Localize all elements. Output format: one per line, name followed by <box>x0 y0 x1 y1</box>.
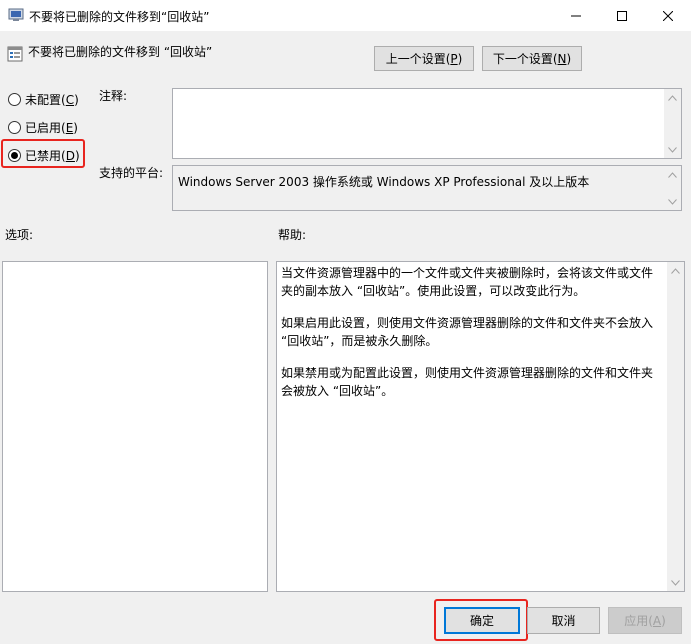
radio-label-end: ) <box>74 92 79 107</box>
chevron-down-icon <box>668 198 677 205</box>
radio-button-selected[interactable] <box>8 149 21 162</box>
help-paragraph: 如果禁用或为配置此设置，则使用文件资源管理器删除的文件和文件夹会被放入 “回收站… <box>281 366 654 398</box>
radio-selected-dot <box>11 152 18 159</box>
title-bar: 不要将已删除的文件移到“回收站” <box>0 0 691 31</box>
policy-setting-icon <box>7 46 23 62</box>
radio-disabled[interactable]: 已禁用(D) <box>8 147 80 164</box>
chevron-down-icon <box>671 579 680 586</box>
apply-label: 应用( <box>624 614 653 628</box>
scroll-down-button[interactable] <box>664 141 681 158</box>
comment-scrollbar[interactable] <box>664 89 681 158</box>
help-paragraph: 当文件资源管理器中的一个文件或文件夹被删除时，会将该文件或文件夹的副本放入 “回… <box>281 266 654 298</box>
minimize-icon <box>571 15 581 16</box>
radio-not-configured[interactable]: 未配置(C) <box>8 91 79 108</box>
cancel-button[interactable]: 取消 <box>527 607 600 634</box>
options-label: 选项: <box>5 228 34 242</box>
ok-button[interactable]: 确定 <box>444 607 520 634</box>
radio-mnemonic: D <box>65 148 75 163</box>
help-scrollbar[interactable] <box>667 262 684 591</box>
next-setting-label-end: ) <box>566 51 572 66</box>
close-icon <box>663 10 673 21</box>
radio-label: 已启用( <box>25 121 66 135</box>
comment-textarea[interactable] <box>172 88 682 159</box>
scroll-up-button[interactable] <box>664 166 681 183</box>
previous-setting-label: 上一个设置( <box>385 52 451 66</box>
previous-setting-button[interactable]: 上一个设置(P) <box>374 46 474 71</box>
comment-value <box>173 89 681 95</box>
radio-mnemonic: C <box>65 92 75 107</box>
maximize-button[interactable] <box>599 0 645 31</box>
scroll-down-button[interactable] <box>664 193 681 210</box>
help-paragraph: 如果启用此设置，则使用文件资源管理器删除的文件和文件夹不会放入 “回收站”，而是… <box>281 316 654 348</box>
next-setting-label: 下一个设置( <box>492 52 558 66</box>
supported-on-value: Windows Server 2003 操作系统或 Windows XP Pro… <box>178 175 590 189</box>
next-setting-button[interactable]: 下一个设置(N) <box>482 46 582 71</box>
radio-label: 已禁用( <box>25 149 66 163</box>
apply-label-end: ) <box>661 613 666 628</box>
next-setting-mnemonic: N <box>557 51 567 66</box>
chevron-up-icon <box>671 267 680 274</box>
scroll-down-button[interactable] <box>667 574 684 591</box>
radio-label: 未配置( <box>25 93 66 107</box>
policy-window-icon <box>8 8 24 21</box>
radio-label-end: ) <box>73 120 78 135</box>
close-button[interactable] <box>645 0 691 31</box>
chevron-up-icon <box>668 171 677 178</box>
help-label: 帮助: <box>278 228 307 242</box>
radio-button[interactable] <box>8 93 21 106</box>
chevron-up-icon <box>668 94 677 101</box>
supported-on-scrollbar[interactable] <box>664 166 681 210</box>
radio-enabled[interactable]: 已启用(E) <box>8 119 78 136</box>
radio-label-end: ) <box>74 148 80 163</box>
options-panel <box>2 261 268 592</box>
radio-mnemonic: E <box>65 120 74 135</box>
scroll-up-button[interactable] <box>667 262 684 279</box>
chevron-down-icon <box>668 146 677 153</box>
window-title: 不要将已删除的文件移到“回收站” <box>29 10 210 24</box>
minimize-button[interactable] <box>553 0 599 31</box>
supported-on-label: 支持的平台: <box>99 166 164 180</box>
radio-button[interactable] <box>8 121 21 134</box>
previous-setting-label-end: ) <box>457 51 463 66</box>
help-panel: 当文件资源管理器中的一个文件或文件夹被删除时，会将该文件或文件夹的副本放入 “回… <box>276 261 685 592</box>
maximize-icon <box>617 10 627 21</box>
help-text: 当文件资源管理器中的一个文件或文件夹被删除时，会将该文件或文件夹的副本放入 “回… <box>281 264 664 414</box>
policy-name: 不要将已删除的文件移到 “回收站” <box>28 45 213 59</box>
scroll-up-button[interactable] <box>664 89 681 106</box>
comment-label: 注释: <box>99 89 128 103</box>
apply-button[interactable]: 应用(A) <box>608 607 682 634</box>
previous-setting-mnemonic: P <box>450 51 458 66</box>
supported-on-field: Windows Server 2003 操作系统或 Windows XP Pro… <box>172 165 682 211</box>
apply-mnemonic: A <box>652 613 662 628</box>
